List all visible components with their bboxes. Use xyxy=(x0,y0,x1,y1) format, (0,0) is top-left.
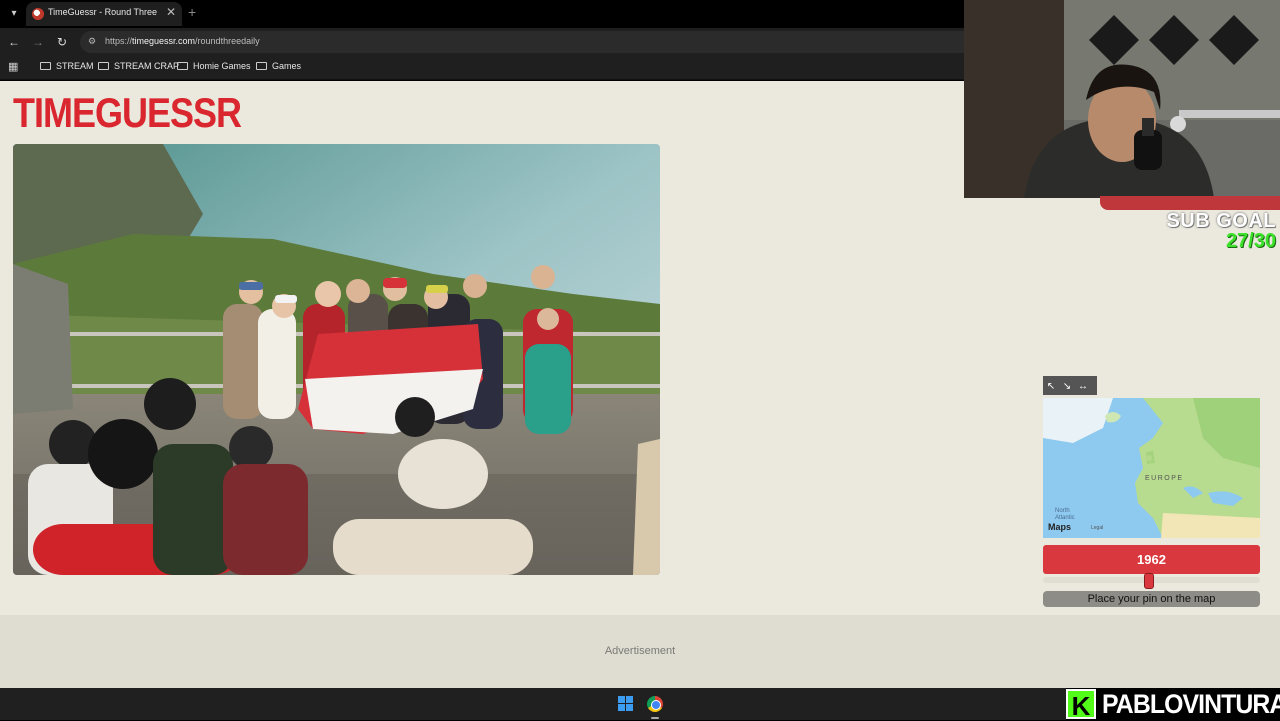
year-slider-handle[interactable] xyxy=(1144,573,1155,589)
map-image xyxy=(1043,398,1260,538)
map-region-label: EUROPE xyxy=(1145,475,1184,482)
map-toolbar: ↖ ↘ ↔ xyxy=(1043,376,1097,395)
tab-title: TimeGuessr - Round Three xyxy=(48,7,158,17)
timeguessr-favicon-icon xyxy=(32,8,44,20)
active-app-indicator xyxy=(651,717,659,719)
advertisement-area: Advertisement xyxy=(0,615,1280,688)
guess-map[interactable]: EUROPE North Atlantic Maps Legal xyxy=(1043,398,1260,538)
map-pin-tool-icon[interactable]: ↔ xyxy=(1075,377,1091,396)
new-tab-button[interactable]: + xyxy=(188,4,196,20)
address-bar[interactable]: ⚙ https://timeguessr.com/roundthreedaily xyxy=(80,31,980,53)
folder-icon xyxy=(98,62,109,70)
webcam-overlay xyxy=(964,0,1280,198)
site-info-icon[interactable]: ⚙ xyxy=(88,36,96,47)
forward-arrow-icon[interactable]: → xyxy=(30,34,46,50)
reload-icon[interactable]: ↻ xyxy=(54,34,70,50)
streamer-name: PABLOVINTURA xyxy=(1102,689,1280,719)
streamer-branding: K PABLOVINTURA xyxy=(1066,688,1280,721)
back-arrow-icon[interactable]: ← xyxy=(6,34,22,50)
map-expand-icon[interactable]: ↖ xyxy=(1043,377,1059,396)
year-display: 1962 xyxy=(1043,545,1260,574)
apps-grid-icon[interactable]: ▦ xyxy=(8,61,20,73)
apple-maps-logo: Maps xyxy=(1048,522,1072,532)
folder-icon xyxy=(40,62,51,70)
map-legal-link[interactable]: Legal xyxy=(1091,525,1103,531)
bookmark-stream[interactable]: STREAM xyxy=(40,61,94,71)
windows-start-icon[interactable] xyxy=(618,696,633,711)
kick-logo-icon: K xyxy=(1066,689,1096,721)
map-shrink-icon[interactable]: ↘ xyxy=(1059,377,1075,396)
browser-tab-active[interactable]: TimeGuessr - Round Three ✕ xyxy=(26,2,182,26)
place-pin-button[interactable]: Place your pin on the map xyxy=(1043,591,1260,607)
folder-icon xyxy=(177,62,188,70)
advertisement-label: Advertisement xyxy=(604,645,676,657)
bookmark-stream-crap[interactable]: STREAM CRAP xyxy=(98,61,179,71)
webcam-image xyxy=(964,0,1280,198)
map-ocean-label: North Atlantic xyxy=(1055,508,1075,521)
bookmark-homie-games[interactable]: Homie Games xyxy=(177,61,251,71)
timeguessr-logo[interactable]: TIMEGUESSR xyxy=(13,89,242,137)
goal-banner xyxy=(1100,196,1280,210)
tab-close-icon[interactable]: ✕ xyxy=(166,5,176,19)
bookmark-games[interactable]: Games xyxy=(256,61,301,71)
url-text: https://timeguessr.com/roundthreedaily xyxy=(105,36,260,46)
folder-icon xyxy=(256,62,267,70)
tab-search-chevron-icon[interactable]: ▾ xyxy=(6,6,22,22)
photo-image xyxy=(13,144,660,575)
round-photo[interactable] xyxy=(13,144,660,575)
chrome-icon[interactable] xyxy=(647,696,663,712)
sub-goal-count: 27/30 xyxy=(1225,230,1276,252)
